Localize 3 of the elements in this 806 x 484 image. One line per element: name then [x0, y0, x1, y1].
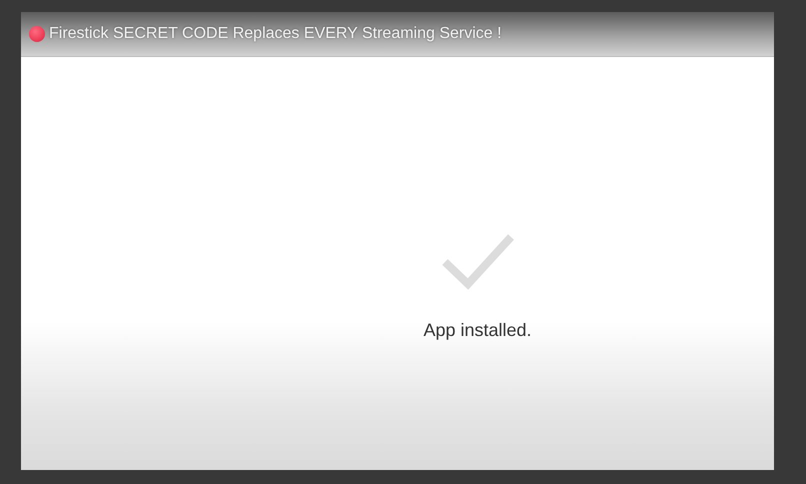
- status-message: App installed.: [423, 320, 532, 341]
- video-title[interactable]: Firestick SECRET CODE Replaces EVERY Streaming Service !: [49, 25, 502, 43]
- checkmark-icon: [442, 232, 514, 290]
